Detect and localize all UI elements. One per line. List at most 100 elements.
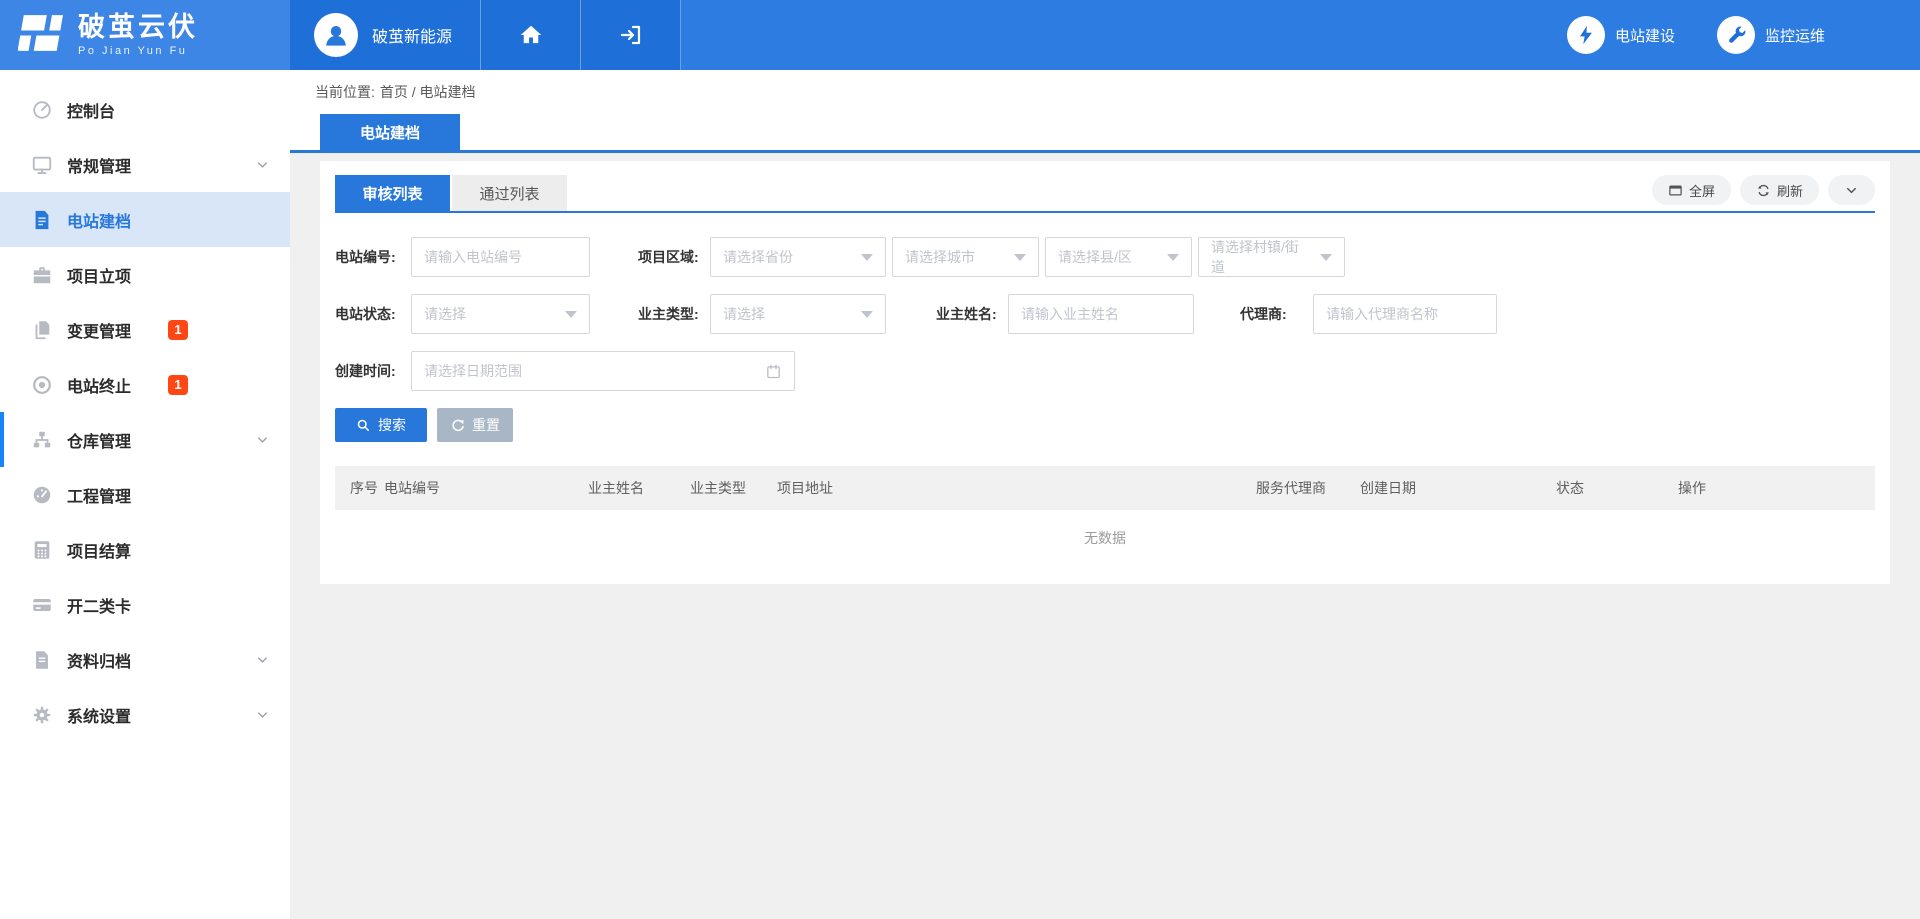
owner-name-label: 业主姓名: [936,304,1008,324]
col-station-no: 电站编号 [384,478,588,498]
home-button[interactable] [481,0,581,70]
card-toolbar: 全屏 刷新 [1652,175,1875,211]
home-icon [518,22,544,48]
sidebar-item-engineering-mgmt[interactable]: 工程管理 [0,467,290,522]
calendar-icon [765,363,782,380]
window-icon [1668,183,1683,198]
owner-type-select[interactable]: 请选择 [710,294,886,334]
station-no-input[interactable] [411,237,590,277]
tab-approved-list[interactable]: 通过列表 [452,175,567,211]
town-select[interactable]: 请选择村镇/街道 [1198,237,1345,277]
sidebar-item-change-mgmt[interactable]: 变更管理 1 [0,302,290,357]
sidebar-item-data-archive[interactable]: 资料归档 [0,632,290,687]
filter-form: 电站编号: 项目区域: 请选择省份 请选择城市 [335,237,1875,442]
col-actions: 操作 [1678,478,1875,498]
district-select[interactable]: 请选择县/区 [1045,237,1192,277]
region-label: 项目区域: [638,247,710,267]
sidebar-item-project-initiation[interactable]: 项目立项 [0,247,290,302]
sidebar-item-open-type2-card[interactable]: 开二类卡 [0,577,290,632]
filter-actions: 搜索 重置 [335,408,1875,442]
sidebar-item-system-settings[interactable]: 系统设置 [0,687,290,742]
tab-station-filing[interactable]: 电站建档 [320,114,460,150]
gauge-icon [30,98,54,122]
sitemap-icon [30,428,54,452]
caret-down-icon [861,311,873,318]
sidebar-item-station-termination[interactable]: 电站终止 1 [0,357,290,412]
col-status: 状态 [1556,478,1678,498]
agent-label: 代理商: [1240,304,1313,324]
brand-logo-icon [18,12,64,59]
login-arrow-icon [619,23,643,47]
page-tab-bar: 电站建档 [290,114,1920,153]
station-status-label: 电站状态: [335,304,411,324]
status-badge: 1 [168,375,188,395]
user-menu[interactable]: 破茧新能源 [290,0,481,70]
gear-icon [30,703,54,727]
date-range-picker[interactable] [411,351,795,391]
card-tab-bar: 审核列表 通过列表 全屏 [335,175,1875,213]
nav-station-construction[interactable]: 电站建设 [1567,0,1675,70]
caret-down-icon [1014,254,1026,261]
station-status-select[interactable]: 请选择 [411,294,590,334]
briefcase-icon [30,263,54,287]
breadcrumb-label: 当前位置: [315,82,375,102]
archive-icon [30,648,54,672]
refresh-icon [1756,183,1771,198]
nav-label: 电站建设 [1615,25,1675,46]
avatar [314,13,358,57]
sidebar: 控制台 常规管理 [0,70,290,919]
breadcrumb: 当前位置: 首页 / 电站建档 [290,70,1920,114]
app-root: 破茧云伏 Po Jian Yun Fu 破茧新能源 [0,0,1920,919]
refresh-button[interactable]: 刷新 [1740,175,1819,205]
caret-down-icon [1167,254,1179,261]
status-badge: 1 [168,320,188,340]
sidebar-item-warehouse-mgmt[interactable]: 仓库管理 [0,412,290,467]
content-card: 审核列表 通过列表 全屏 [320,161,1890,584]
top-bar: 破茧云伏 Po Jian Yun Fu 破茧新能源 [0,0,1920,70]
user-icon [321,20,351,50]
collapse-toggle-button[interactable] [1828,175,1875,205]
dashboard-icon [30,483,54,507]
col-service-agent: 服务代理商 [1256,478,1360,498]
breadcrumb-path[interactable]: 首页 / 电站建档 [380,82,476,102]
lightning-icon [1567,16,1605,54]
sidebar-item-console[interactable]: 控制台 [0,82,290,137]
reset-button[interactable]: 重置 [437,408,513,442]
chevron-down-icon [255,432,270,447]
brand-logo: 破茧云伏 Po Jian Yun Fu [0,0,290,70]
date-range-input[interactable] [424,363,765,379]
search-button[interactable]: 搜索 [335,408,427,442]
station-no-label: 电站编号: [335,247,411,267]
search-icon [356,418,371,433]
sidebar-item-general-mgmt[interactable]: 常规管理 [0,137,290,192]
sidebar-item-station-filing[interactable]: 电站建档 [0,192,290,247]
bankcard-icon [30,593,54,617]
fullscreen-button[interactable]: 全屏 [1652,175,1731,205]
province-select[interactable]: 请选择省份 [710,237,886,277]
chevron-down-icon [255,157,270,172]
col-create-date: 创建日期 [1360,478,1556,498]
top-nav: 破茧新能源 电站建设 [290,0,1920,70]
reset-icon [450,418,465,433]
wrench-icon [1717,16,1755,54]
caret-down-icon [565,311,577,318]
tab-review-list[interactable]: 审核列表 [335,175,450,211]
agent-input[interactable] [1313,294,1497,334]
login-exit-button[interactable] [581,0,681,70]
owner-name-input[interactable] [1008,294,1194,334]
city-select[interactable]: 请选择城市 [892,237,1039,277]
brand-subtitle: Po Jian Yun Fu [78,45,198,57]
brand-name: 破茧云伏 [78,14,198,41]
monitor-icon [30,153,54,177]
target-icon [30,373,54,397]
main-content: 当前位置: 首页 / 电站建档 电站建档 审核列表 通过列表 [290,70,1920,919]
document-icon [30,208,54,232]
col-owner-name: 业主姓名 [588,478,690,498]
nav-monitoring-ops[interactable]: 监控运维 [1717,0,1825,70]
caret-down-icon [861,254,873,261]
chevron-down-icon [255,652,270,667]
company-name: 破茧新能源 [372,23,452,47]
owner-type-label: 业主类型: [638,304,710,324]
copy-icon [30,318,54,342]
sidebar-item-project-settlement[interactable]: 项目结算 [0,522,290,577]
